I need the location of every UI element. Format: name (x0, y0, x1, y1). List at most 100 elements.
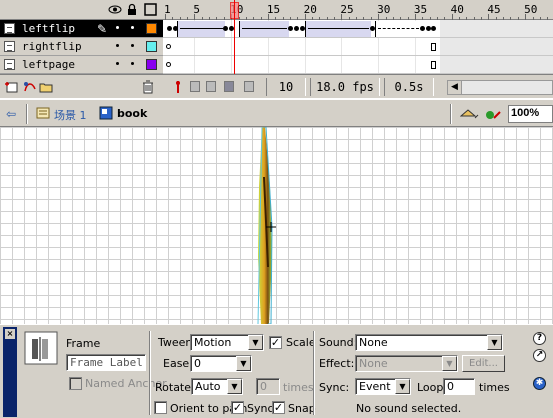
keyframe[interactable] (294, 26, 299, 31)
add-folder-icon[interactable] (38, 79, 54, 95)
snap-checkbox[interactable]: ✓ (272, 401, 285, 414)
frame-grid[interactable] (163, 20, 553, 74)
loop-input[interactable]: 0 (443, 378, 475, 395)
keyframe[interactable] (167, 26, 172, 31)
breadcrumb-symbol[interactable]: book (117, 107, 147, 120)
frame-rate-display[interactable]: 18.0 fps (310, 78, 380, 96)
actions-icon[interactable]: ↗ (533, 349, 546, 362)
keyframe[interactable] (288, 26, 293, 31)
edit-scene-icon[interactable] (459, 106, 480, 120)
frame-end-marker[interactable] (431, 61, 436, 69)
scale-label: Scale (286, 336, 316, 349)
motion-tween[interactable] (177, 21, 225, 37)
visibility-dot[interactable] (116, 44, 119, 47)
keyframe[interactable] (223, 26, 228, 31)
scroll-left-icon[interactable]: ◀ (448, 81, 462, 94)
sync-checkbox[interactable]: ✓ (231, 401, 244, 414)
properties-panel: × Frame Frame Label Named Anchor Tween: … (0, 324, 553, 418)
edit-multiple-frames-icon[interactable] (224, 81, 234, 92)
timeline-panel: 15101520253035404550 leftflip ✎ rightfli… (0, 0, 553, 98)
add-guide-layer-icon[interactable] (22, 79, 38, 95)
visibility-dot[interactable] (116, 62, 119, 65)
layer-color-swatch[interactable] (146, 23, 157, 34)
chevron-down-icon[interactable]: ▼ (248, 335, 263, 350)
named-anchor-checkbox[interactable] (69, 377, 82, 390)
elapsed-time-display: 0.5s (384, 78, 434, 96)
center-frame-icon[interactable] (170, 79, 186, 95)
add-layer-icon[interactable] (4, 79, 20, 95)
outline-icon[interactable] (144, 3, 157, 16)
chevron-down-icon[interactable]: ▼ (395, 379, 410, 394)
loop-times-label: times (479, 381, 510, 394)
sound-select[interactable]: None (355, 334, 503, 351)
eye-icon[interactable] (108, 3, 122, 16)
pencil-icon: ✎ (97, 22, 108, 36)
sync-label: Sync (247, 402, 274, 415)
layer-leftpage[interactable]: leftpage (0, 56, 163, 74)
edit-bar: ⇦ 场景 1 book 100% (0, 98, 553, 127)
frame-label-input[interactable]: Frame Label (66, 354, 146, 371)
breadcrumb-scene[interactable]: 场景 1 (54, 107, 87, 123)
layer-color-swatch[interactable] (146, 59, 157, 70)
current-frame-display: 10 (266, 78, 306, 96)
timeline-header: 15101520253035404550 (0, 0, 553, 20)
keyframe[interactable] (431, 26, 436, 31)
edit-symbols-icon[interactable] (484, 106, 504, 120)
keyframe[interactable] (420, 26, 425, 31)
orient-to-path-checkbox[interactable] (154, 401, 167, 414)
trash-icon[interactable] (140, 79, 156, 95)
lock-dot[interactable] (131, 44, 134, 47)
onion-skin-outlines-icon[interactable] (206, 81, 216, 92)
rotate-label: Rotate: (155, 381, 195, 394)
lock-dot[interactable] (131, 26, 134, 29)
layer-leftflip[interactable]: leftflip ✎ (0, 20, 163, 38)
frame-row-rightflip[interactable] (163, 38, 553, 56)
timeline-status-bar: 10 18.0 fps 0.5s ◀ (0, 74, 553, 98)
accessibility-icon[interactable]: ✱ (533, 377, 546, 390)
motion-tween[interactable] (239, 21, 289, 37)
divider (26, 104, 28, 124)
visibility-dot[interactable] (116, 26, 119, 29)
layer-name: leftpage (22, 58, 75, 71)
layer-rightflip[interactable]: rightflip (0, 38, 163, 56)
frame-row-leftflip[interactable] (163, 20, 553, 38)
frame-ruler[interactable]: 15101520253035404550 (163, 0, 553, 20)
zoom-input[interactable]: 100% (508, 105, 553, 123)
onion-skin-icon[interactable] (190, 81, 200, 92)
rotate-times-input[interactable]: 0 (256, 378, 280, 395)
times-label: times (283, 381, 314, 394)
collapse-icon[interactable]: × (5, 329, 15, 339)
chevron-down-icon[interactable]: ▼ (442, 356, 457, 371)
movie-clip-icon (99, 106, 113, 120)
empty-keyframe[interactable] (166, 44, 171, 49)
ease-label: Ease: (163, 357, 193, 370)
lock-icon[interactable] (126, 3, 139, 16)
timeline-scrollbar[interactable]: ◀ (447, 80, 553, 95)
scale-checkbox[interactable]: ✓ (269, 336, 282, 349)
scene-icon (36, 106, 50, 120)
sound-label: Sound: (319, 336, 358, 349)
frame-row-leftpage[interactable] (163, 56, 553, 74)
modify-onion-markers-icon[interactable] (244, 81, 254, 92)
layer-icon (4, 41, 15, 52)
panel-rail: × (3, 327, 17, 417)
layer-icon (4, 23, 15, 34)
motion-tween[interactable] (305, 21, 371, 37)
layer-name: leftflip (22, 22, 75, 35)
broken-tween[interactable] (375, 21, 421, 37)
chevron-down-icon[interactable]: ▼ (487, 335, 502, 350)
edit-button[interactable]: Edit... (462, 355, 505, 372)
back-arrow-icon[interactable]: ⇦ (6, 107, 16, 121)
layer-list: leftflip ✎ rightflip leftpage (0, 20, 163, 74)
divider (313, 331, 315, 415)
layer-color-swatch[interactable] (146, 41, 157, 52)
chevron-down-icon[interactable]: ▼ (236, 356, 251, 371)
frame-end-marker[interactable] (431, 43, 436, 51)
stage-canvas[interactable] (0, 127, 553, 324)
snap-label: Snap (288, 402, 316, 415)
flipping-page-shape[interactable] (0, 127, 553, 324)
empty-keyframe[interactable] (166, 62, 171, 67)
help-icon[interactable]: ? (533, 332, 546, 345)
chevron-down-icon[interactable]: ▼ (227, 379, 242, 394)
lock-dot[interactable] (131, 62, 134, 65)
